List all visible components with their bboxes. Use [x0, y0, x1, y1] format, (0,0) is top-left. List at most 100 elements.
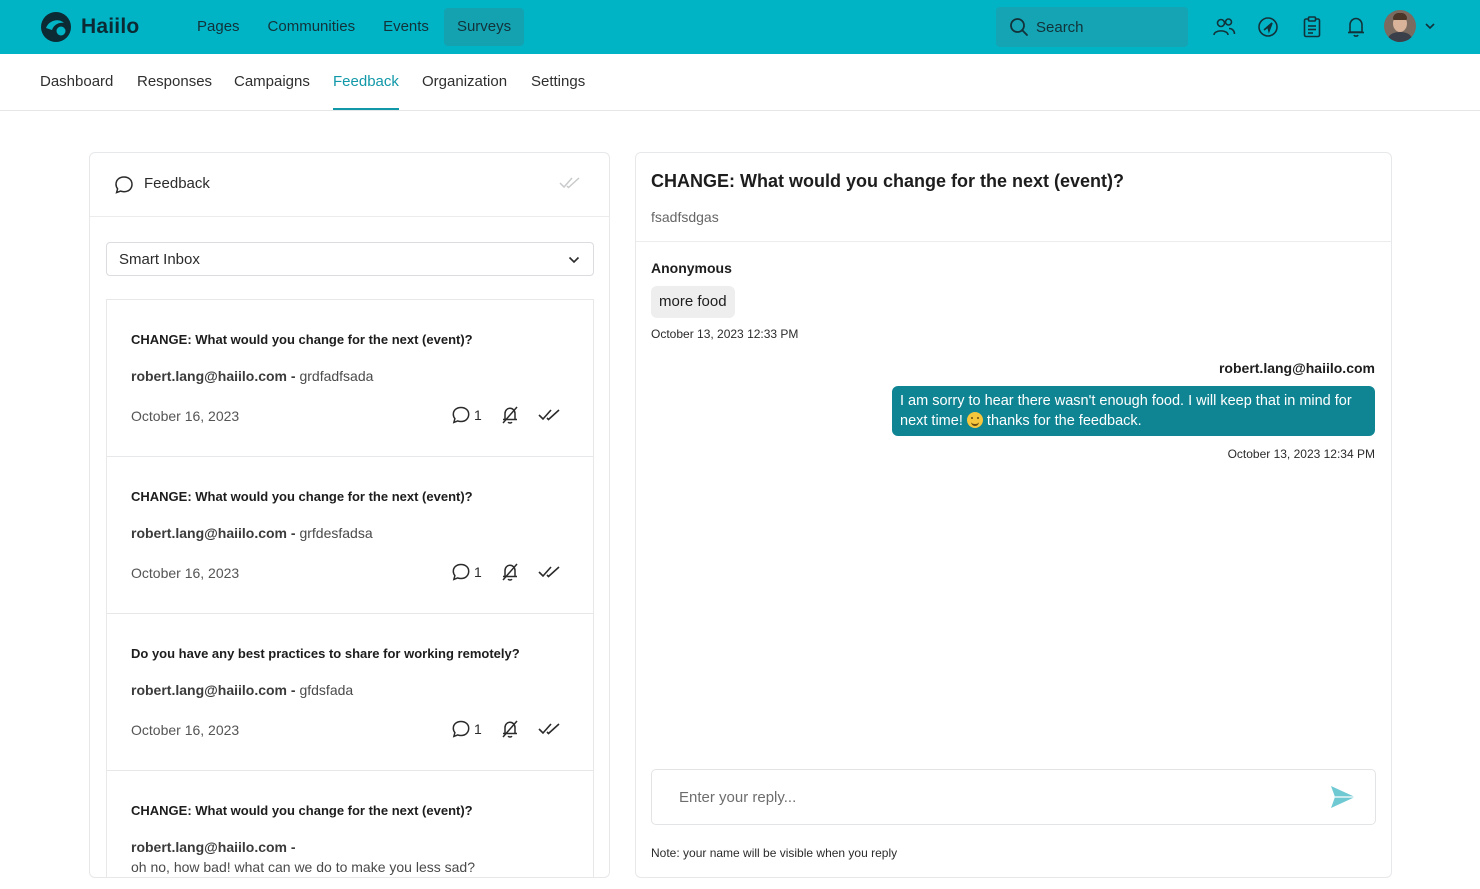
item-question: CHANGE: What would you change for the ne…	[131, 332, 473, 347]
nav-communities[interactable]: Communities	[255, 8, 369, 46]
tab-organization[interactable]: Organization	[422, 54, 507, 110]
list-item[interactable]: CHANGE: What would you change for the ne…	[106, 770, 594, 877]
item-author-line: robert.lang@haiilo.com - gfdsfada	[131, 680, 571, 700]
double-check-icon	[538, 409, 560, 421]
outgoing-message-text-end: thanks for the feedback.	[982, 413, 1142, 429]
comment-count: 1	[474, 407, 482, 423]
outgoing-message: I am sorry to hear there wasn't enough f…	[892, 386, 1375, 436]
avatar	[1384, 10, 1416, 42]
incoming-author: Anonymous	[651, 260, 732, 276]
item-actions: 1	[451, 405, 580, 425]
item-excerpt: oh no, how bad! what can we do to make y…	[131, 859, 475, 875]
comments-button[interactable]: 1	[451, 405, 482, 425]
comment-icon	[452, 720, 470, 738]
tab-responses[interactable]: Responses	[137, 54, 212, 110]
reply-input[interactable]	[679, 788, 1279, 806]
nav-surveys[interactable]: Surveys	[443, 8, 525, 46]
item-excerpt: grfdesfadsa	[299, 525, 373, 541]
outgoing-author: robert.lang@haiilo.com	[1218, 360, 1375, 376]
smile-emoji-icon	[966, 412, 983, 428]
item-separator: -	[287, 525, 300, 541]
comment-icon	[452, 406, 470, 424]
item-question: CHANGE: What would you change for the ne…	[131, 803, 473, 818]
item-author-line: robert.lang@haiilo.com - grdfadfsada	[131, 366, 571, 386]
sub-nav: Dashboard Responses Campaigns Feedback O…	[0, 54, 1480, 111]
feedback-panel-title: Feedback	[144, 175, 210, 192]
colleagues-icon[interactable]	[1208, 12, 1240, 42]
incoming-message: more food	[651, 286, 735, 318]
chat-bubble-icon	[115, 176, 133, 194]
list-item[interactable]: CHANGE: What would you change for the ne…	[106, 299, 594, 456]
incoming-timestamp: October 13, 2023 12:33 PM	[651, 327, 799, 341]
detail-answer: fsadfsdgas	[651, 209, 719, 225]
feedback-detail-panel: CHANGE: What would you change for the ne…	[635, 152, 1392, 878]
mute-button[interactable]	[500, 719, 520, 739]
list-item[interactable]: Do you have any best practices to share …	[106, 613, 594, 770]
comment-count: 1	[474, 721, 482, 737]
item-excerpt: grdfadfsada	[299, 368, 374, 384]
list-item[interactable]: CHANGE: What would you change for the ne…	[106, 456, 594, 613]
double-check-icon	[538, 566, 560, 578]
reply-note: Note: your name will be visible when you…	[651, 846, 898, 860]
mute-button[interactable]	[500, 405, 520, 425]
item-separator: -	[287, 368, 300, 384]
item-actions: 1	[451, 562, 580, 582]
item-date: October 16, 2023	[131, 408, 240, 424]
bell-off-icon	[502, 563, 518, 581]
top-bar: Haiilo Pages Communities Events Surveys	[0, 0, 1480, 54]
comment-count: 1	[474, 564, 482, 580]
item-date: October 16, 2023	[131, 722, 240, 738]
tab-campaigns[interactable]: Campaigns	[234, 54, 310, 110]
feedback-list: CHANGE: What would you change for the ne…	[106, 299, 594, 877]
item-separator: -	[287, 682, 300, 698]
send-icon[interactable]	[1329, 784, 1357, 810]
comment-icon	[452, 563, 470, 581]
inbox-filter-select[interactable]: Smart Inbox	[106, 242, 594, 276]
nav-pages[interactable]: Pages	[184, 8, 253, 46]
main-nav: Pages Communities Events Surveys	[184, 8, 526, 46]
mark-read-button[interactable]	[538, 721, 562, 737]
search-icon	[1010, 18, 1028, 36]
mark-all-read-icon[interactable]	[559, 175, 581, 191]
launchpad-icon[interactable]	[1252, 12, 1284, 42]
top-icons	[1208, 12, 1384, 42]
comments-button[interactable]: 1	[451, 719, 482, 739]
chevron-down-icon	[1425, 23, 1435, 30]
item-separator: -	[287, 839, 296, 855]
chevron-down-icon	[568, 256, 580, 264]
user-menu[interactable]	[1384, 10, 1438, 42]
feedback-panel-header: Feedback	[90, 153, 609, 217]
item-author: robert.lang@haiilo.com	[131, 682, 288, 698]
outgoing-timestamp: October 13, 2023 12:34 PM	[1227, 447, 1375, 461]
search-input[interactable]	[1036, 18, 1176, 36]
bell-off-icon	[502, 720, 518, 738]
brand-name: Haiilo	[81, 15, 140, 38]
double-check-icon	[538, 723, 560, 735]
item-author: robert.lang@haiilo.com	[131, 839, 288, 855]
nav-events[interactable]: Events	[370, 8, 442, 46]
bell-icon[interactable]	[1340, 12, 1372, 42]
reply-box	[651, 769, 1376, 825]
mute-button[interactable]	[500, 562, 520, 582]
tab-feedback[interactable]: Feedback	[333, 54, 399, 110]
comments-button[interactable]: 1	[451, 562, 482, 582]
item-author: robert.lang@haiilo.com	[131, 525, 288, 541]
item-question: Do you have any best practices to share …	[131, 646, 520, 661]
bell-off-icon	[502, 406, 518, 424]
search-box[interactable]	[996, 7, 1188, 47]
mark-read-button[interactable]	[538, 564, 562, 580]
item-author-line: robert.lang@haiilo.com - grfdesfadsa	[131, 523, 571, 543]
inbox-filter-value: Smart Inbox	[119, 250, 200, 268]
mark-read-button[interactable]	[538, 407, 562, 423]
tab-dashboard[interactable]: Dashboard	[40, 54, 113, 110]
clipboard-icon[interactable]	[1296, 12, 1328, 42]
item-author-line: robert.lang@haiilo.com - oh no, how bad!…	[131, 837, 571, 877]
logo[interactable]: Haiilo	[40, 11, 139, 43]
detail-question: CHANGE: What would you change for the ne…	[651, 171, 1125, 191]
item-author: robert.lang@haiilo.com	[131, 368, 288, 384]
item-date: October 16, 2023	[131, 565, 240, 581]
item-excerpt: gfdsfada	[299, 682, 354, 698]
item-actions: 1	[451, 719, 580, 739]
haiilo-logo-icon	[41, 12, 71, 42]
tab-settings[interactable]: Settings	[531, 54, 585, 110]
